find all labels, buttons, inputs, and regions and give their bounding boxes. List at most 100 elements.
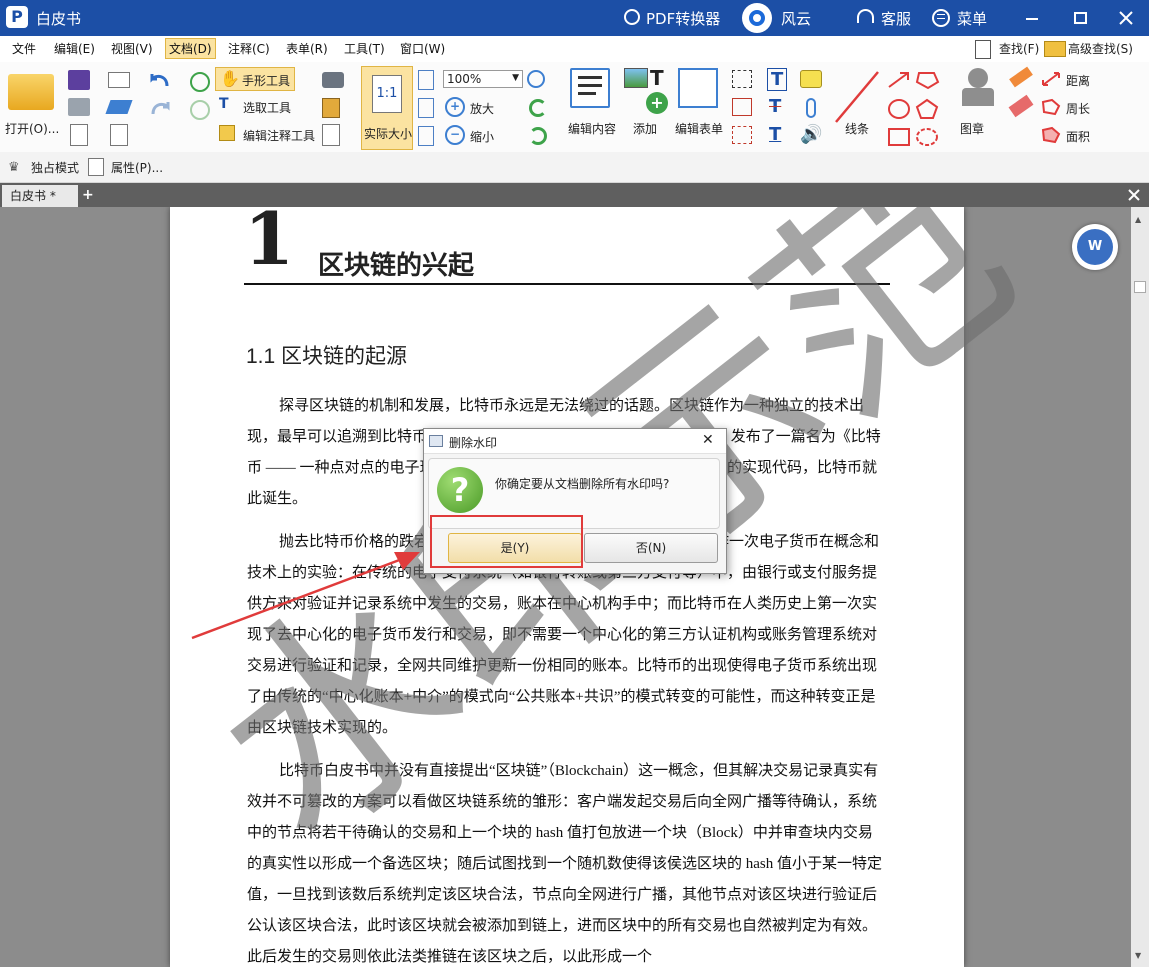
undo-icon[interactable] xyxy=(147,70,173,90)
fengyun-icon[interactable] xyxy=(742,3,772,33)
edit-form-button[interactable]: 编辑表单 xyxy=(675,120,723,137)
note-icon[interactable] xyxy=(800,70,822,88)
underline-icon[interactable]: T xyxy=(769,124,781,145)
text-box-icon-2[interactable] xyxy=(732,98,752,116)
zoom-in-button[interactable]: 放大 xyxy=(470,100,494,117)
typewriter-icon[interactable]: T xyxy=(767,68,788,91)
line-tool-icon[interactable] xyxy=(832,68,882,128)
main-menu-button[interactable]: 菜单 xyxy=(957,8,987,29)
close-tab-icon[interactable] xyxy=(1128,189,1140,201)
menu-comment[interactable]: 注释(C) xyxy=(228,40,270,57)
menu-view[interactable]: 视图(V) xyxy=(111,40,153,57)
zoom-out-circle-icon[interactable]: − xyxy=(445,125,465,145)
zoom-in-plus-icon[interactable] xyxy=(527,70,545,88)
find-button[interactable]: 查找(F) xyxy=(999,40,1039,57)
print-icon[interactable] xyxy=(68,98,90,116)
customer-service-link[interactable]: 客服 xyxy=(881,8,911,29)
save-icon[interactable] xyxy=(68,70,90,90)
area-button[interactable]: 面积 xyxy=(1066,128,1090,145)
zoom-select[interactable]: 100% ▼ xyxy=(443,70,523,88)
text-box-icon-3[interactable] xyxy=(732,126,752,144)
menu-tools[interactable]: 工具(T) xyxy=(344,40,385,57)
strikethrough-icon[interactable]: T xyxy=(769,96,781,117)
rectangle-tool-icon[interactable] xyxy=(886,126,912,148)
zoom-in-circle-icon[interactable]: + xyxy=(445,97,465,117)
distance-button[interactable]: 距离 xyxy=(1066,72,1090,89)
actual-size-button[interactable]: 1:1 实际大小 xyxy=(361,66,413,150)
maximize-button[interactable] xyxy=(1066,4,1094,32)
add-plus-icon[interactable]: + xyxy=(646,92,668,114)
scroll-up-arrow[interactable]: ▲ xyxy=(1135,215,1141,224)
pencil-icon[interactable] xyxy=(1009,66,1033,88)
eraser-icon[interactable] xyxy=(105,100,133,114)
edit-content-icon[interactable] xyxy=(570,68,610,108)
fengyun-link[interactable]: 风云 xyxy=(781,8,811,29)
advanced-find-button[interactable]: 高级查找(S) xyxy=(1068,40,1133,57)
minimize-button[interactable] xyxy=(1018,4,1046,32)
scroll-down-arrow[interactable]: ▼ xyxy=(1135,951,1141,960)
clipboard-icon[interactable] xyxy=(322,98,340,118)
add-text-icon[interactable]: T xyxy=(650,66,664,90)
pdf-converter-link[interactable]: PDF转换器 xyxy=(646,8,720,29)
attachment-icon[interactable] xyxy=(806,98,816,118)
forward-icon[interactable] xyxy=(190,100,210,120)
distance-icon[interactable] xyxy=(1040,70,1062,88)
camera-icon[interactable] xyxy=(322,72,344,88)
scroll-thumb[interactable] xyxy=(1134,281,1146,293)
lines-button[interactable]: 线条 xyxy=(845,120,869,137)
advanced-find-icon[interactable] xyxy=(1044,41,1066,57)
back-icon[interactable] xyxy=(190,72,210,92)
hand-tool-button[interactable]: ✋ 手形工具 xyxy=(215,67,295,91)
dialog-close-button[interactable]: ✕ xyxy=(702,432,714,448)
eraser-red-icon[interactable] xyxy=(1008,94,1034,118)
oval-tool-icon[interactable] xyxy=(886,98,912,120)
sound-icon[interactable]: 🔊 xyxy=(800,124,822,145)
add-image-icon[interactable] xyxy=(624,68,648,88)
pentagon-tool-icon[interactable] xyxy=(914,98,940,120)
document-viewer[interactable]: 1 区块链的兴起 1.1 区块链的起源 探寻区块链的机制和发展，比特币永远是无法… xyxy=(0,207,1131,967)
menu-icon[interactable] xyxy=(932,9,950,27)
tab-whitepaper[interactable]: 白皮书 * xyxy=(2,185,78,207)
cloud-tool-icon[interactable] xyxy=(914,126,940,148)
stamp-button[interactable]: 图章 xyxy=(960,120,984,137)
menu-edit[interactable]: 编辑(E) xyxy=(54,40,95,57)
vertical-scrollbar[interactable]: ▲ ▼ xyxy=(1131,207,1149,967)
new-tab-button[interactable]: + xyxy=(82,187,96,203)
properties-button[interactable]: 属性(P)... xyxy=(111,159,163,176)
redo-icon[interactable] xyxy=(147,98,173,118)
floating-convert-icon[interactable]: W xyxy=(1072,224,1118,270)
area-icon[interactable] xyxy=(1040,126,1062,144)
menu-file[interactable]: 文件 xyxy=(12,40,36,57)
no-button[interactable]: 否(N) xyxy=(584,533,718,563)
menu-form[interactable]: 表单(R) xyxy=(286,40,328,57)
find-icon[interactable] xyxy=(975,40,991,59)
open-folder-icon[interactable] xyxy=(8,74,54,110)
pdf-converter-icon[interactable] xyxy=(624,9,640,25)
edit-form-icon[interactable] xyxy=(678,68,718,108)
rotate-left-icon[interactable] xyxy=(529,99,547,117)
fit-page-icon[interactable] xyxy=(418,70,434,90)
text-box-icon-1[interactable] xyxy=(732,70,752,88)
page-icon[interactable] xyxy=(322,124,340,146)
arrow-tool-icon[interactable] xyxy=(886,70,912,90)
perimeter-button[interactable]: 周长 xyxy=(1066,100,1090,117)
exclusive-mode-button[interactable]: 独占模式 xyxy=(31,159,79,176)
add-button[interactable]: 添加 xyxy=(633,120,657,137)
menu-window[interactable]: 窗口(W) xyxy=(400,40,445,57)
edit-annot-tool-button[interactable]: 编辑注释工具 xyxy=(215,123,325,145)
headset-icon[interactable] xyxy=(857,9,874,23)
email-icon[interactable] xyxy=(108,72,130,88)
zoom-out-button[interactable]: 缩小 xyxy=(470,128,494,145)
close-window-button[interactable] xyxy=(1112,4,1140,32)
rotate-right-icon[interactable] xyxy=(529,127,547,145)
new-document-icon[interactable] xyxy=(110,124,128,146)
open-button[interactable]: 打开(O)... xyxy=(5,120,59,137)
fit-visible-icon[interactable] xyxy=(418,126,434,146)
menu-document[interactable]: 文档(D) xyxy=(165,38,216,59)
fit-width-icon[interactable] xyxy=(418,98,434,118)
edit-content-button[interactable]: 编辑内容 xyxy=(568,120,616,137)
select-tool-button[interactable]: T 选取工具 xyxy=(215,95,315,117)
stamp-icon[interactable] xyxy=(960,68,996,114)
document-arrow-icon[interactable] xyxy=(70,124,88,146)
polygon-tool-icon[interactable] xyxy=(914,70,940,90)
